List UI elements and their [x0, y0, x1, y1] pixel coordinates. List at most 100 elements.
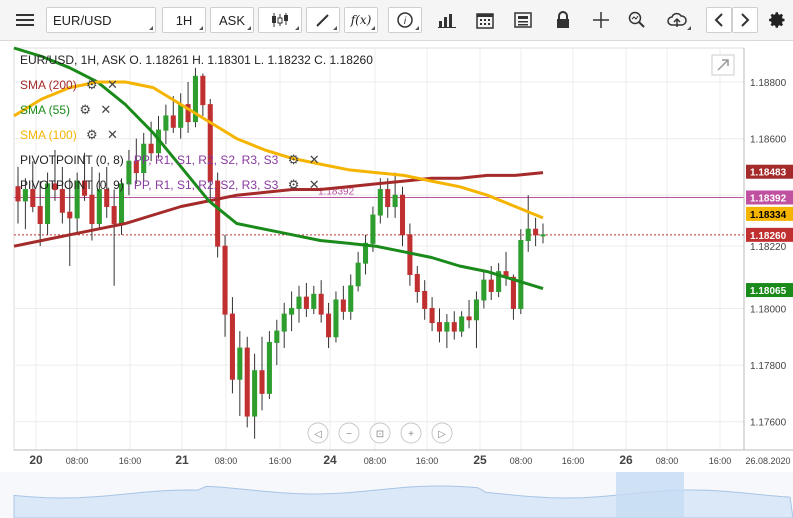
candle-body — [481, 279, 487, 301]
gear-icon[interactable]: ⚙ — [86, 127, 98, 143]
y-tick-label: 1.17600 — [750, 418, 787, 429]
candle-body — [518, 240, 524, 309]
candle-body — [392, 194, 398, 208]
legend-label: SMA (200) — [20, 78, 77, 92]
candle — [518, 229, 524, 315]
y-tick-label: 1.18800 — [750, 78, 787, 89]
expand-icon[interactable] — [711, 54, 735, 76]
price-chart[interactable]: 1.18392 1.188001.186001.184001.182201.18… — [0, 40, 793, 518]
close-icon[interactable]: ✕ — [100, 102, 111, 118]
reset-zoom-icon[interactable]: ⊡ — [369, 422, 391, 444]
zoom-button[interactable] — [622, 7, 652, 33]
candle-body — [533, 228, 539, 236]
timeframe-selector[interactable]: 1H — [162, 7, 206, 33]
x-tick-label: 20 — [29, 453, 43, 467]
zoom-control-glyph: ▷ — [438, 429, 446, 440]
candle-body — [370, 214, 376, 244]
settings-button[interactable] — [764, 7, 790, 33]
candle-body — [466, 316, 472, 321]
y-tick-label: 1.18000 — [750, 304, 787, 315]
legend-label: SMA (55) — [20, 103, 71, 117]
crosshair-button[interactable] — [586, 7, 616, 33]
gear-icon[interactable]: ⚙ — [79, 102, 91, 118]
navigator-window — [616, 472, 684, 518]
volume-bars-button[interactable] — [430, 7, 464, 33]
x-tick-label: 16:00 — [119, 456, 142, 466]
candle-body — [488, 279, 494, 292]
timeframe-label: 1H — [175, 12, 193, 28]
fx-indicator-button[interactable]: f(x) — [344, 7, 378, 33]
price-label-text: 1.18483 — [750, 168, 787, 179]
gear-icon[interactable]: ⚙ — [86, 77, 98, 93]
candle-body — [296, 296, 302, 309]
y-axis: 1.188001.186001.184001.182201.180001.178… — [743, 48, 793, 450]
lock-icon — [557, 11, 569, 28]
calendar-button[interactable] — [470, 7, 500, 33]
legend-sma-200[interactable]: SMA (200) ⚙ ✕ — [20, 77, 118, 93]
price-label: 1.18483 — [746, 164, 793, 179]
chevron-left-icon — [714, 13, 723, 27]
hamburger-icon[interactable] — [10, 7, 40, 33]
candle-body — [436, 322, 443, 332]
candle-body — [377, 189, 383, 216]
candle-body — [244, 347, 250, 417]
legend-pivot-9[interactable]: PIVOTPOINT (0, 9) : PP, R1, S1, R2, S2, … — [20, 177, 320, 193]
y-tick-label: 1.18600 — [750, 135, 787, 146]
legend-sma-100[interactable]: SMA (100) ⚙ ✕ — [20, 127, 118, 143]
candle-body — [540, 234, 546, 237]
info-button[interactable]: i — [388, 7, 422, 33]
scroll-back-icon[interactable]: ◁ — [307, 422, 329, 444]
gear-icon[interactable]: ⚙ — [288, 152, 300, 168]
candle-body — [178, 104, 184, 128]
y-tick-label: 1.18220 — [750, 242, 787, 253]
close-icon[interactable]: ✕ — [309, 152, 320, 168]
x-tick-label: 08:00 — [656, 456, 679, 466]
symbol-label: EUR/USD — [53, 12, 112, 28]
scroll-right-button[interactable] — [732, 7, 758, 33]
symbol-selector[interactable]: EUR/USD — [46, 7, 156, 33]
draw-line-button[interactable] — [306, 7, 340, 33]
zoom-out-icon[interactable]: − — [338, 422, 360, 444]
candle-body — [340, 299, 346, 312]
gear-icon[interactable]: ⚙ — [288, 177, 300, 193]
candle-body — [333, 299, 339, 338]
x-tick-label: 16:00 — [562, 456, 585, 466]
candle-body — [318, 293, 324, 315]
legend-suffix: : PP, R1, S1, R2, S2, R3, S3 — [127, 153, 279, 167]
zoom-control-glyph: − — [346, 429, 352, 440]
candle-body — [451, 322, 457, 332]
zoom-control-glyph: + — [408, 429, 414, 440]
candle — [192, 67, 198, 128]
close-icon[interactable]: ✕ — [107, 77, 118, 93]
candle-body — [414, 273, 420, 292]
candle-body — [259, 370, 265, 394]
scroll-left-button[interactable] — [706, 7, 732, 33]
candle-body — [303, 296, 309, 309]
scroll-forward-icon[interactable]: ▷ — [431, 422, 453, 444]
legend-label: PIVOTPOINT (0, 8) — [20, 153, 124, 167]
gear-icon — [769, 12, 785, 28]
candle-body — [67, 211, 73, 219]
price-type-selector[interactable]: ASK — [210, 7, 254, 33]
close-icon[interactable]: ✕ — [107, 127, 118, 143]
close-icon[interactable]: ✕ — [309, 177, 320, 193]
legend-sma-55[interactable]: SMA (55) ⚙ ✕ — [20, 102, 111, 118]
lock-button[interactable] — [548, 7, 578, 33]
candle-body — [399, 194, 406, 236]
legend-pivot-8[interactable]: PIVOTPOINT (0, 8) : PP, R1, S1, R2, S2, … — [20, 152, 320, 168]
price-label: 1.18065 — [746, 283, 793, 298]
legend-label: PIVOTPOINT (0, 9) — [20, 178, 124, 192]
cloud-upload-button[interactable] — [660, 7, 694, 33]
zoom-in-icon[interactable]: + — [400, 422, 422, 444]
candle-body — [281, 313, 287, 332]
candle-body — [473, 299, 479, 321]
ohlc-header: EUR/USD, 1H, ASK O. 1.18261 H. 1.18301 L… — [20, 53, 373, 67]
x-tick-label: 26.08.2020 — [745, 456, 790, 466]
chart-grid — [13, 47, 745, 451]
news-button[interactable] — [508, 7, 538, 33]
candle-body — [252, 370, 258, 417]
candle-type-button[interactable] — [258, 7, 302, 33]
info-icon: i — [397, 12, 413, 28]
x-axis: 20 08:00 16:00 21 08:00 16:00 24 08:00 16:00 25 08… — [14, 449, 793, 467]
candle-body — [89, 194, 95, 225]
